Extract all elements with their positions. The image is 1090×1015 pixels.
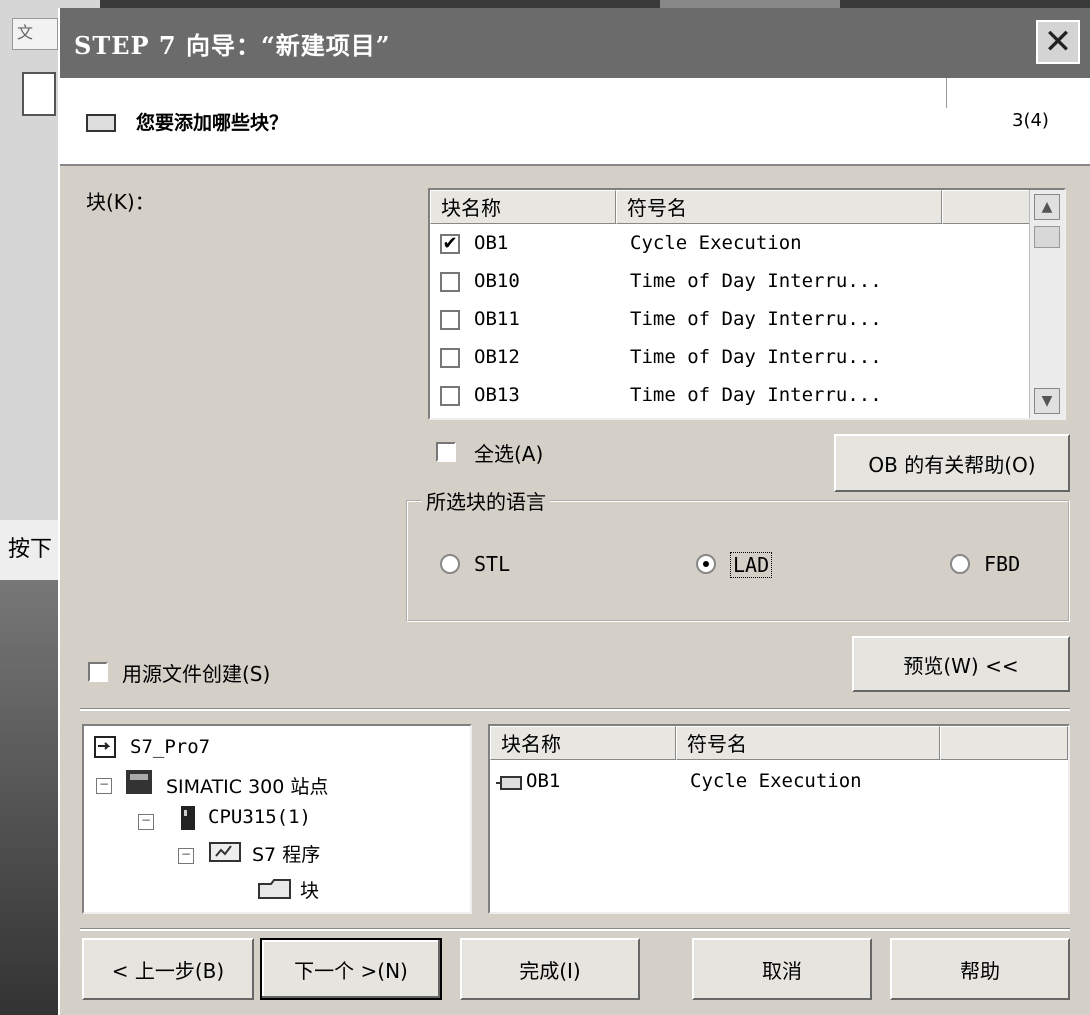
block-symbol: Time of Day Interru... [630, 270, 882, 292]
close-icon: ✕ [1043, 22, 1073, 62]
header-divider [946, 78, 947, 108]
new-project-wizard-dialog: STEP 7 向导：“新建项目” ✕ 您要添加哪些块？ 3(4) 块(K)： 块… [58, 8, 1090, 1015]
collapse-toggle[interactable]: − [138, 814, 154, 830]
lad-label[interactable]: LAD [730, 552, 773, 578]
tree-node-station[interactable]: SIMATIC 300 站点 [166, 772, 328, 799]
block-checkbox[interactable] [440, 272, 460, 292]
title-bar[interactable]: STEP 7 向导：“新建项目” ✕ [60, 8, 1090, 78]
vertical-scrollbar[interactable]: ▲ ▼ [1029, 190, 1064, 418]
block-checkbox[interactable] [440, 310, 460, 330]
s7-program-icon [209, 842, 241, 862]
cpu-icon [181, 806, 195, 830]
finish-button[interactable]: 完成(I) [460, 938, 640, 1000]
back-button[interactable]: < 上一步(B) [82, 938, 254, 1000]
scroll-down-button[interactable]: ▼ [1034, 388, 1060, 414]
block-symbol: Time of Day Interru... [630, 384, 882, 406]
column-header-empty[interactable] [940, 726, 1068, 760]
preview-button[interactable]: 预览(W) << [852, 636, 1070, 692]
next-button[interactable]: 下一个 >(N) [260, 938, 442, 1000]
block-name: OB12 [474, 346, 520, 368]
block-symbol: Time of Day Interru... [630, 346, 882, 368]
ob-help-button[interactable]: OB 的有关帮助(O) [834, 434, 1070, 492]
blocks-list[interactable]: 块名称 符号名 ✔ OB1 Cycle Execution OB10 Time … [428, 188, 1066, 420]
list-item[interactable]: ✔ OB1 Cycle Execution [430, 226, 1030, 264]
tree-node-program[interactable]: S7 程序 [252, 840, 320, 867]
new-document-icon [22, 72, 56, 116]
project-icon [94, 736, 116, 758]
background-menu-item: 文 [12, 18, 58, 50]
tree-node-blocks[interactable]: 块 [300, 876, 319, 903]
block-symbol: Cycle Execution [690, 770, 862, 792]
divider [80, 708, 1070, 711]
step-indicator: 3(4) [1012, 110, 1049, 131]
scrollbar-thumb[interactable] [1034, 226, 1060, 248]
block-checkbox[interactable] [440, 348, 460, 368]
tree-node-project[interactable]: S7_Pro7 [130, 736, 210, 758]
column-header-block-name[interactable]: 块名称 [430, 190, 616, 224]
list-item[interactable]: OB13 Time of Day Interru... [430, 378, 1030, 416]
create-from-source-label[interactable]: 用源文件创建(S) [122, 658, 270, 687]
column-header-empty[interactable] [942, 190, 1032, 224]
create-from-source-checkbox[interactable] [88, 662, 108, 682]
column-header-symbol-name[interactable]: 符号名 [676, 726, 940, 760]
wizard-question: 您要添加哪些块？ [136, 112, 289, 134]
collapse-toggle[interactable]: − [96, 778, 112, 794]
blocks-label: 块(K)： [86, 190, 155, 214]
project-tree[interactable]: S7_Pro7 − SIMATIC 300 站点 − CPU315(1) − S… [82, 724, 472, 914]
stl-label[interactable]: STL [474, 552, 510, 576]
preview-blocks-list[interactable]: 块名称 符号名 OB1 Cycle Execution [488, 724, 1070, 914]
block-name: OB11 [474, 308, 520, 330]
stl-radio[interactable] [440, 554, 460, 574]
block-checkbox[interactable]: ✔ [440, 234, 460, 254]
simatic-station-icon [126, 770, 152, 794]
tree-node-cpu[interactable]: CPU315(1) [208, 806, 311, 828]
column-header-symbol-name[interactable]: 符号名 [616, 190, 942, 224]
select-all-checkbox[interactable] [436, 442, 456, 462]
block-name: OB10 [474, 270, 520, 292]
list-item[interactable]: OB1 Cycle Execution [490, 764, 1060, 802]
chevron-down-icon: ▼ [1041, 393, 1053, 409]
block-checkbox[interactable] [440, 386, 460, 406]
list-item[interactable]: OB11 Time of Day Interru... [430, 302, 1030, 340]
select-all-label[interactable]: 全选(A) [474, 438, 543, 467]
block-name: OB13 [474, 384, 520, 406]
help-button[interactable]: 帮助 [890, 938, 1070, 1000]
block-icon [86, 114, 116, 132]
radio-selected-dot [703, 561, 709, 567]
dialog-title: STEP 7 向导：“新建项目” [74, 31, 391, 60]
desktop-background [0, 580, 60, 1015]
language-groupbox-title: 所选块的语言 [422, 486, 550, 515]
fbd-label[interactable]: FBD [984, 552, 1020, 576]
cancel-button[interactable]: 取消 [692, 938, 872, 1000]
collapse-toggle[interactable]: − [178, 848, 194, 864]
chevron-up-icon: ▲ [1041, 199, 1053, 215]
list-item[interactable]: OB10 Time of Day Interru... [430, 264, 1030, 302]
fbd-radio[interactable] [950, 554, 970, 574]
block-name: OB1 [474, 232, 509, 254]
lad-radio[interactable] [696, 554, 716, 574]
column-header-block-name[interactable]: 块名称 [490, 726, 676, 760]
scroll-up-button[interactable]: ▲ [1034, 194, 1060, 220]
divider [80, 928, 1070, 931]
block-name: OB1 [526, 770, 561, 792]
block-icon [496, 776, 522, 790]
list-item[interactable]: OB12 Time of Day Interru... [430, 340, 1030, 378]
wizard-header: 您要添加哪些块？ 3(4) [60, 78, 1090, 166]
folder-icon [258, 879, 291, 899]
close-button[interactable]: ✕ [1036, 20, 1080, 64]
block-symbol: Time of Day Interru... [630, 308, 882, 330]
check-icon: ✔ [442, 233, 458, 254]
block-symbol: Cycle Execution [630, 232, 802, 254]
